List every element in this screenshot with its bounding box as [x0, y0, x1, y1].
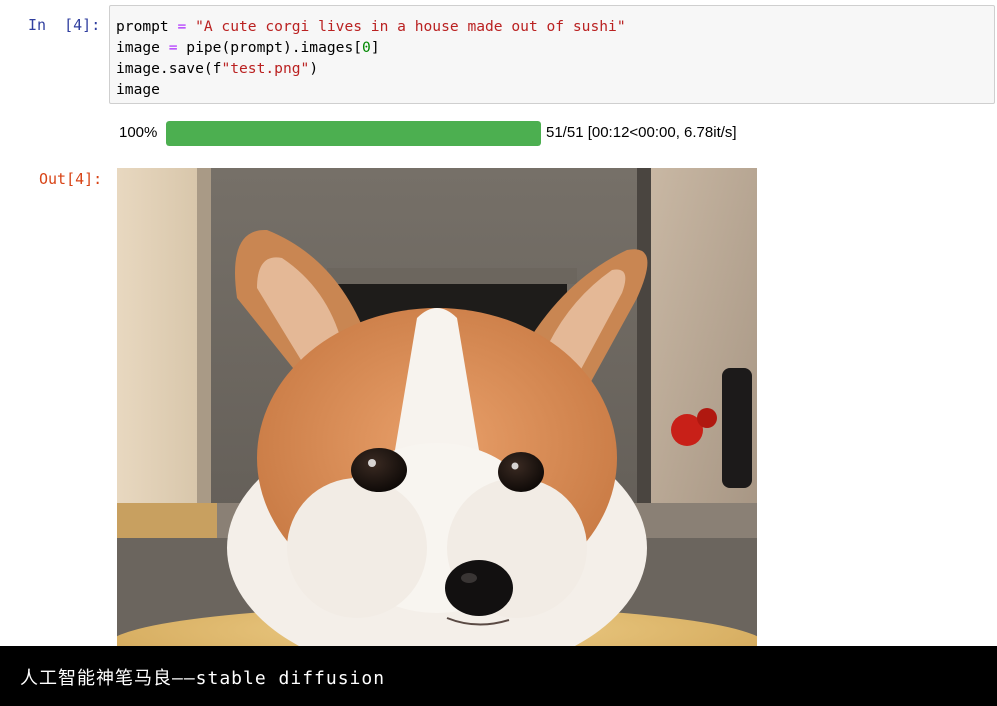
- code-token: =: [168, 18, 196, 35]
- progress-bar-fill: [166, 121, 541, 146]
- code-line: prompt = "A cute corgi lives in a house …: [116, 16, 988, 37]
- code-line: image.save(f"test.png"): [116, 58, 988, 79]
- code-token: 0: [362, 39, 371, 56]
- progress-bar: [166, 121, 541, 146]
- code-token: =: [168, 39, 187, 56]
- code-token: "A cute corgi lives in a house made out …: [195, 18, 626, 35]
- input-prompt-label: In [4]:: [28, 16, 101, 34]
- code-token: ): [309, 60, 319, 77]
- code-line: image: [116, 79, 988, 100]
- progress-percent: 100%: [119, 124, 158, 141]
- code-token: "test.png": [221, 60, 310, 77]
- code-cell-editor[interactable]: prompt = "A cute corgi lives in a house …: [109, 5, 995, 104]
- code-token: ]: [370, 39, 380, 56]
- code-token: image: [116, 81, 160, 98]
- output-image-corgi: [117, 168, 757, 646]
- output-prompt-label: Out[4]:: [39, 170, 103, 188]
- progress-stats: 51/51 [00:12<00:00, 6.78it/s]: [546, 124, 737, 141]
- code-token: image.save(f: [116, 60, 222, 77]
- code-token: image: [116, 39, 169, 56]
- caption-bar: 人工智能神笔马良——stable diffusion: [0, 646, 997, 706]
- code-token: prompt: [116, 18, 169, 35]
- code-token: pipe(prompt).images[: [186, 39, 363, 56]
- caption-text: 人工智能神笔马良——stable diffusion: [20, 668, 386, 689]
- code-line: image = pipe(prompt).images[0]: [116, 37, 988, 58]
